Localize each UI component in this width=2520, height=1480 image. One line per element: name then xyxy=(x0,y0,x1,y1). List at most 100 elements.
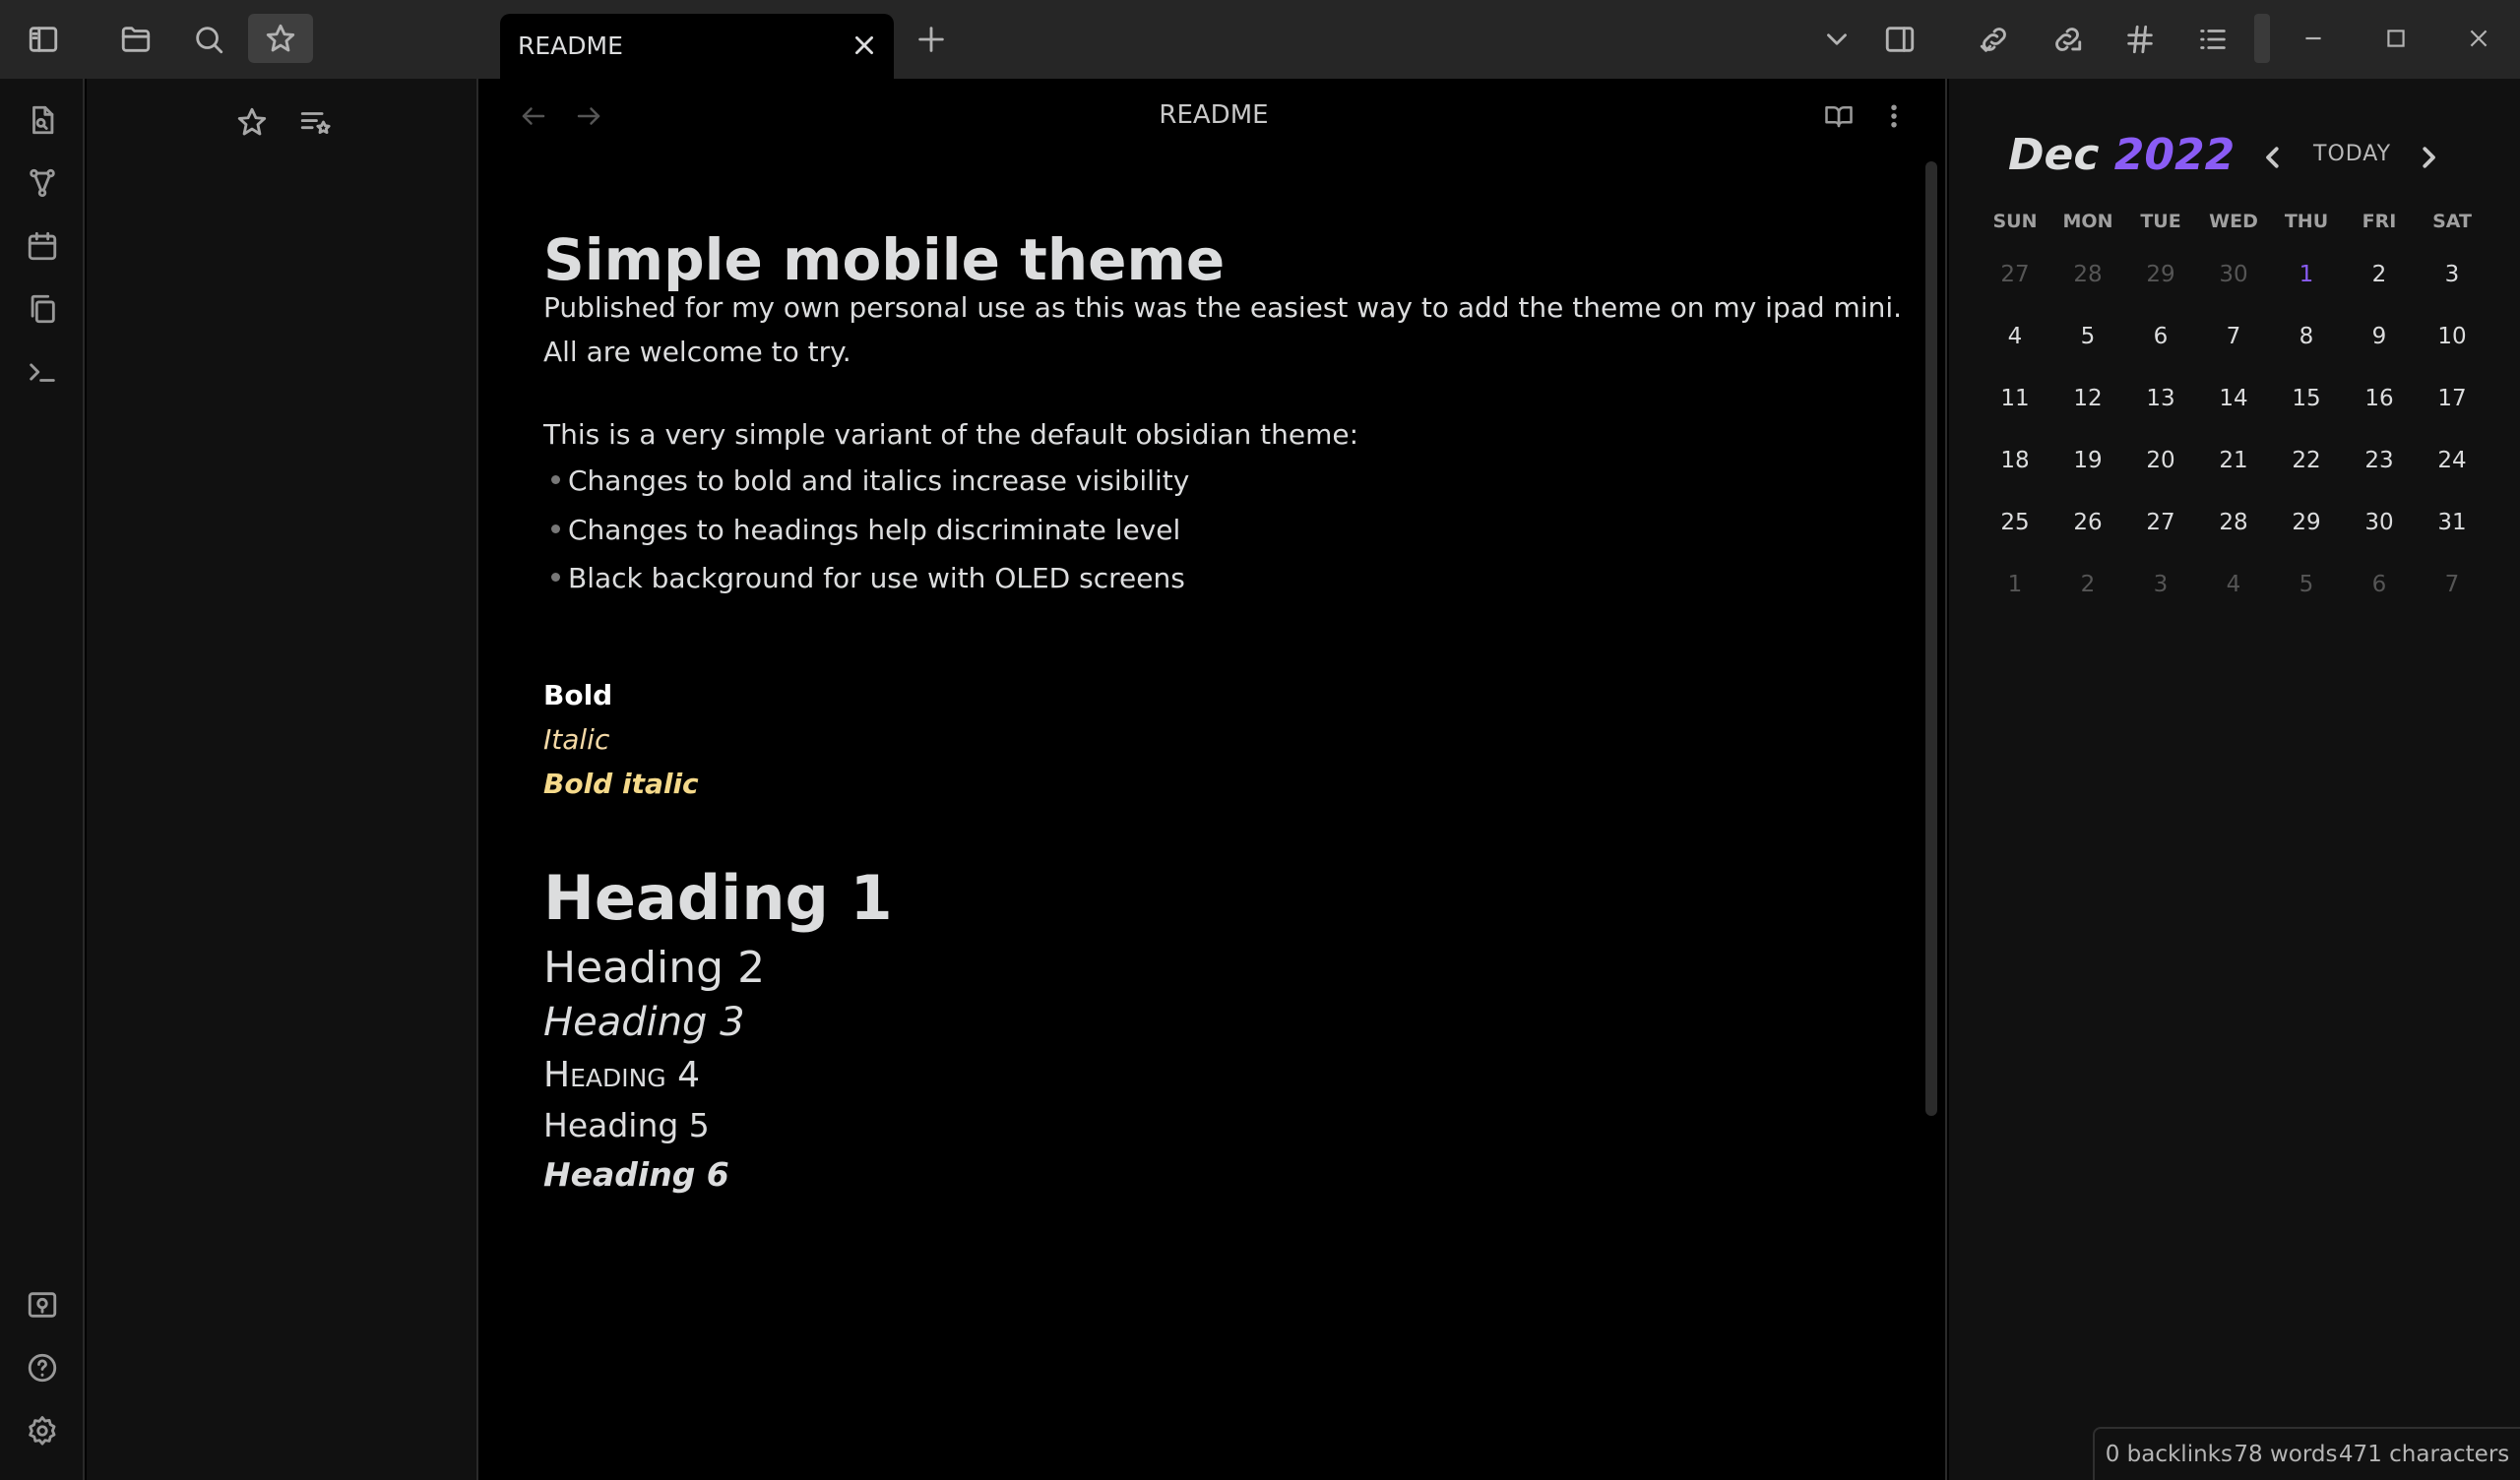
document-title: Simple mobile theme xyxy=(543,226,1226,293)
calendar-day[interactable]: 13 xyxy=(2124,386,2197,411)
heading-2: Heading 2 xyxy=(543,943,766,993)
title-bar: README xyxy=(0,0,2520,79)
calendar-day[interactable]: 15 xyxy=(2270,386,2343,411)
calendar-day[interactable]: 18 xyxy=(1979,448,2051,473)
calendar-day[interactable]: 1 xyxy=(1979,572,2051,597)
star-icon[interactable] xyxy=(230,100,274,144)
more-options-icon[interactable] xyxy=(1872,94,1916,138)
weekday-label: FRI xyxy=(2362,211,2397,232)
backlinks-count[interactable]: 0 backlinks xyxy=(2106,1442,2233,1467)
file-switcher-icon[interactable] xyxy=(21,98,64,142)
weekday-label: SUN xyxy=(1992,211,2038,232)
backlinks-icon[interactable] xyxy=(1973,18,2016,61)
chevron-left-icon[interactable] xyxy=(2258,138,2288,177)
tab-readme[interactable]: README xyxy=(500,14,894,79)
calendar-day[interactable]: 4 xyxy=(2197,572,2270,597)
calendar-day[interactable]: 14 xyxy=(2197,386,2270,411)
calendar-day[interactable]: 28 xyxy=(2051,262,2124,287)
today-button[interactable]: TODAY xyxy=(2313,142,2391,166)
calendar-day[interactable]: 30 xyxy=(2197,262,2270,287)
search-icon[interactable] xyxy=(187,18,230,61)
calendar-day[interactable]: 1 xyxy=(2270,262,2343,287)
calendar-day[interactable]: 7 xyxy=(2416,572,2488,597)
calendar-day[interactable]: 21 xyxy=(2197,448,2270,473)
settings-icon[interactable] xyxy=(21,1409,64,1452)
calendar-day[interactable]: 17 xyxy=(2416,386,2488,411)
graph-icon[interactable] xyxy=(21,161,64,205)
close-icon[interactable] xyxy=(847,28,882,63)
calendar-day[interactable]: 12 xyxy=(2051,386,2124,411)
calendar-day[interactable]: 7 xyxy=(2197,324,2270,349)
help-icon[interactable] xyxy=(21,1346,64,1389)
tab-label: README xyxy=(518,31,623,60)
maximize-icon[interactable] xyxy=(2366,14,2426,63)
italic-sample: Italic xyxy=(543,723,610,756)
copy-icon[interactable] xyxy=(21,287,64,331)
bullet-dot xyxy=(551,524,560,533)
list-item-text: Changes to headings help discriminate le… xyxy=(568,514,1181,546)
tab-bar-scroll-handle[interactable] xyxy=(2254,14,2270,63)
calendar-day[interactable]: 27 xyxy=(2124,510,2197,535)
calendar-icon[interactable] xyxy=(21,224,64,268)
calendar-day[interactable]: 25 xyxy=(1979,510,2051,535)
calendar-week-row: 27 28 29 30 1 2 3 xyxy=(1979,243,2488,305)
calendar-day[interactable]: 24 xyxy=(2416,448,2488,473)
minimize-icon[interactable] xyxy=(2284,14,2343,63)
right-sidebar-icon[interactable] xyxy=(1878,18,1922,61)
view-header: README xyxy=(480,79,1947,154)
star-icon[interactable] xyxy=(248,14,313,63)
sidebar-toggle-icon[interactable] xyxy=(22,18,65,61)
chevron-right-icon[interactable] xyxy=(2414,138,2443,177)
window-close-icon[interactable] xyxy=(2449,14,2508,63)
status-bar: 0 backlinks 78 words 471 characters xyxy=(2093,1427,2520,1480)
calendar-day[interactable]: 16 xyxy=(2343,386,2416,411)
calendar-day[interactable]: 31 xyxy=(2416,510,2488,535)
reading-view-icon[interactable] xyxy=(1817,94,1860,138)
calendar-day[interactable]: 2 xyxy=(2343,262,2416,287)
vault-icon[interactable] xyxy=(21,1283,64,1326)
calendar-day[interactable]: 6 xyxy=(2343,572,2416,597)
calendar-day[interactable]: 3 xyxy=(2124,572,2197,597)
plus-icon[interactable] xyxy=(910,18,953,61)
calendar-weekday-row: SUN MON TUE WED THU FRI SAT xyxy=(1979,202,2488,241)
calendar-day[interactable]: 29 xyxy=(2124,262,2197,287)
calendar-day[interactable]: 22 xyxy=(2270,448,2343,473)
calendar-day[interactable]: 5 xyxy=(2270,572,2343,597)
calendar-day[interactable]: 8 xyxy=(2270,324,2343,349)
calendar-day[interactable]: 5 xyxy=(2051,324,2124,349)
outgoing-links-icon[interactable] xyxy=(2046,18,2089,61)
view-title[interactable]: README xyxy=(480,100,1947,130)
weekday-label: MON xyxy=(2062,211,2113,232)
intro-line-1: Published for my own personal use as thi… xyxy=(543,291,1903,324)
calendar-day[interactable]: 30 xyxy=(2343,510,2416,535)
bookmark-list-icon[interactable] xyxy=(293,100,337,144)
calendar-day[interactable]: 10 xyxy=(2416,324,2488,349)
calendar-day[interactable]: 4 xyxy=(1979,324,2051,349)
chevron-down-icon[interactable] xyxy=(1815,18,1858,61)
weekday-label: WED xyxy=(2209,211,2258,232)
bold-italic-sample: Bold italic xyxy=(543,768,699,800)
calendar-day[interactable]: 28 xyxy=(2197,510,2270,535)
calendar-day[interactable]: 26 xyxy=(2051,510,2124,535)
editor-scrollbar[interactable] xyxy=(1925,161,1937,1116)
bold-sample: Bold xyxy=(543,679,613,711)
calendar-day[interactable]: 3 xyxy=(2416,262,2488,287)
heading-3: Heading 3 xyxy=(543,1000,745,1045)
terminal-icon[interactable] xyxy=(21,350,64,394)
outline-icon[interactable] xyxy=(2191,18,2235,61)
calendar-day[interactable]: 2 xyxy=(2051,572,2124,597)
calendar-day[interactable]: 20 xyxy=(2124,448,2197,473)
calendar-day[interactable]: 29 xyxy=(2270,510,2343,535)
calendar-day[interactable]: 23 xyxy=(2343,448,2416,473)
calendar-day[interactable]: 11 xyxy=(1979,386,2051,411)
calendar-day[interactable]: 9 xyxy=(2343,324,2416,349)
hashtag-icon[interactable] xyxy=(2118,18,2162,61)
variant-line: This is a very simple variant of the def… xyxy=(543,418,1359,451)
calendar-week-row: 4 5 6 7 8 9 10 xyxy=(1979,305,2488,367)
calendar-day[interactable]: 27 xyxy=(1979,262,2051,287)
calendar-day[interactable]: 19 xyxy=(2051,448,2124,473)
heading-6: Heading 6 xyxy=(543,1155,729,1194)
folder-icon[interactable] xyxy=(114,18,158,61)
calendar-day[interactable]: 6 xyxy=(2124,324,2197,349)
calendar-panel: Dec 2022 TODAY SUN MON TUE WED THU FRI SAT 27 2… xyxy=(1949,79,2520,1480)
